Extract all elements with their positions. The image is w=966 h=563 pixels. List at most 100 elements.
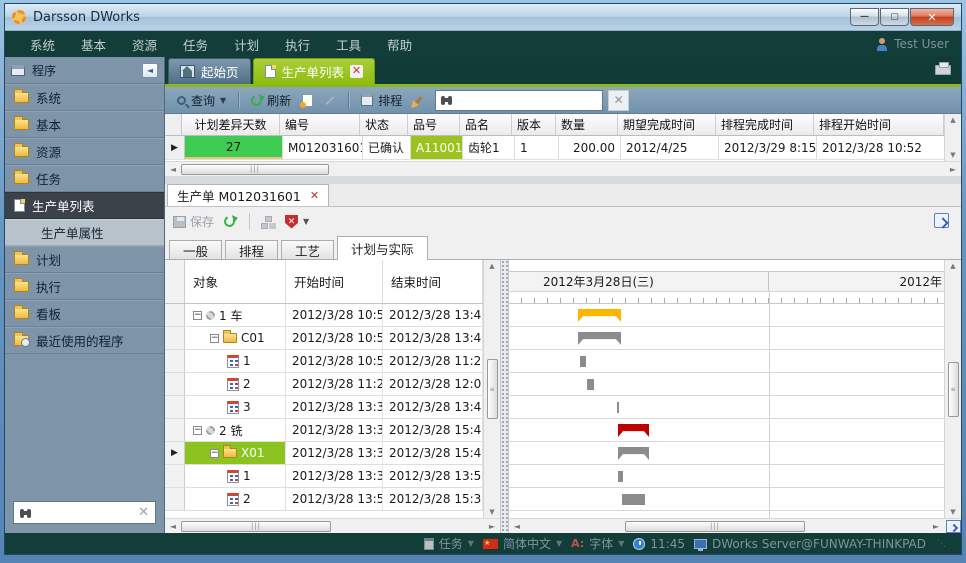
scroll-right-icon[interactable]: ►	[928, 522, 944, 531]
resize-grip[interactable]: ⋱	[937, 539, 947, 549]
vertical-splitter[interactable]	[501, 260, 509, 533]
menu-item-2[interactable]: 资源	[119, 35, 170, 54]
sidebar-item-9[interactable]: 最近使用的程序	[5, 327, 164, 354]
sidebar-item-8[interactable]: 看板	[5, 300, 164, 327]
gantt-bar[interactable]	[622, 494, 645, 505]
grid-column-header-9[interactable]: 排程开始时间	[814, 114, 944, 135]
menu-item-5[interactable]: 执行	[272, 35, 323, 54]
sidebar-item-2[interactable]: 资源	[5, 138, 164, 165]
tree-row-1[interactable]: −C012012/3/28 10:522012/3/28 13:40	[165, 327, 483, 350]
query-button[interactable]: 查询 ▼	[174, 90, 229, 111]
tree-column-header-2[interactable]: 结束时间	[383, 260, 483, 303]
validate-button[interactable]: ✕ ▼	[282, 213, 312, 231]
detail-tab-close-icon[interactable]: ✕	[310, 189, 319, 202]
status-task-menu[interactable]: 任务 ▼	[424, 535, 474, 552]
refresh-button[interactable]: 刷新	[248, 90, 294, 111]
tree-object-cell[interactable]: 1	[185, 350, 286, 372]
table-row[interactable]: ▶27M012031601已确认A11001齿轮11200.002012/4/2…	[165, 136, 944, 160]
tree-object-cell[interactable]: 1	[185, 465, 286, 487]
menu-item-6[interactable]: 工具	[323, 35, 374, 54]
menu-item-3[interactable]: 任务	[170, 35, 221, 54]
expand-icon[interactable]: −	[193, 311, 202, 320]
tree-object-cell[interactable]: 2	[185, 373, 286, 395]
tree-vertical-scrollbar[interactable]: ▲≡▼	[483, 260, 500, 518]
gantt-bar[interactable]	[617, 402, 619, 413]
grid-column-header-2[interactable]: 状态	[360, 114, 408, 135]
gantt-bar[interactable]	[618, 447, 649, 460]
tree-object-cell[interactable]: −1 车	[185, 304, 286, 326]
gantt-bar[interactable]	[618, 471, 623, 482]
sidebar-collapse-button[interactable]: ◄	[142, 63, 158, 78]
detail-tab-3[interactable]: 计划与实际	[337, 236, 428, 260]
scroll-left-icon[interactable]: ◄	[509, 522, 525, 531]
scroll-right-icon[interactable]: ►	[945, 165, 961, 174]
detail-tab-0[interactable]: 一般	[169, 240, 222, 260]
query-dropdown-icon[interactable]: ▼	[220, 96, 226, 105]
detail-tab-2[interactable]: 工艺	[281, 240, 334, 260]
sidebar-search-input[interactable]: ✕	[13, 501, 156, 524]
gantt-bar[interactable]	[580, 356, 586, 367]
grid-column-header-1[interactable]: 编号	[280, 114, 360, 135]
close-button[interactable]: ✕	[910, 8, 954, 26]
schedule-button[interactable]: 排程	[358, 90, 405, 111]
gantt-horizontal-scrollbar[interactable]: ◄ ||| ►	[509, 518, 961, 533]
grid-column-header-4[interactable]: 品名	[460, 114, 512, 135]
toolbar-search-clear-button[interactable]: ✕	[608, 90, 629, 111]
dropdown-icon[interactable]: ▼	[618, 539, 624, 548]
clean-button[interactable]	[410, 94, 427, 107]
tab-close-icon[interactable]: ✕	[350, 65, 363, 78]
restore-button[interactable]: ▢	[880, 8, 909, 26]
current-user[interactable]: Test User	[876, 37, 949, 51]
sidebar-item-4[interactable]: 生产单列表	[5, 192, 164, 219]
sidebar-item-0[interactable]: 系统	[5, 84, 164, 111]
grid-column-header-5[interactable]: 版本	[512, 114, 556, 135]
expand-icon[interactable]: −	[210, 449, 219, 458]
grid-column-header-7[interactable]: 期望完成时间	[618, 114, 716, 135]
menu-item-0[interactable]: 系统	[17, 35, 68, 54]
tree-row-8[interactable]: 22012/3/28 13:502012/3/28 15:30	[165, 488, 483, 511]
sidebar-item-5[interactable]: 生产单属性	[5, 219, 164, 246]
save-button[interactable]: 保存	[173, 213, 214, 230]
menu-item-7[interactable]: 帮助	[374, 35, 425, 54]
grid-horizontal-scrollbar[interactable]: ◄ ||| ►	[165, 161, 961, 176]
popout-icon[interactable]	[934, 213, 949, 228]
edit-button[interactable]	[321, 97, 339, 104]
grid-hscroll-thumb[interactable]: |||	[181, 164, 329, 175]
validate-dropdown-icon[interactable]: ▼	[303, 217, 309, 226]
grid-column-header-8[interactable]: 排程完成时间	[716, 114, 814, 135]
status-language-menu[interactable]: ★ 简体中文 ▼	[483, 535, 562, 552]
tree-object-cell[interactable]: 3	[185, 396, 286, 418]
status-font-menu[interactable]: A: 字体 ▼	[571, 535, 624, 552]
tree-object-cell[interactable]: 2	[185, 488, 286, 510]
grid-column-header-6[interactable]: 数量	[556, 114, 618, 135]
tree-object-cell[interactable]: −C01	[185, 327, 286, 349]
menu-item-1[interactable]: 基本	[68, 35, 119, 54]
tree-column-header-1[interactable]: 开始时间	[286, 260, 383, 303]
minimize-button[interactable]: —	[850, 8, 879, 26]
workflow-button[interactable]	[261, 216, 275, 228]
tree-row-6[interactable]: ▶−X012012/3/28 13:302012/3/28 15:40	[165, 442, 483, 465]
tree-object-cell[interactable]: −2 铣	[185, 419, 286, 441]
sidebar-search-clear-icon[interactable]: ✕	[138, 505, 149, 520]
tree-row-4[interactable]: 32012/3/28 13:302012/3/28 13:40	[165, 396, 483, 419]
sidebar-item-1[interactable]: 基本	[5, 111, 164, 138]
grid-column-header-0[interactable]: 计划差异天数	[182, 114, 280, 135]
menu-item-4[interactable]: 计划	[221, 35, 272, 54]
gantt-bar[interactable]	[578, 332, 621, 345]
tree-object-cell[interactable]: −X01	[185, 442, 286, 464]
detail-refresh-button[interactable]	[221, 214, 238, 229]
expand-icon[interactable]: −	[193, 426, 202, 435]
tree-row-0[interactable]: −1 车2012/3/28 10:522012/3/28 13:40	[165, 304, 483, 327]
grid-column-header-3[interactable]: 品号	[408, 114, 460, 135]
dropdown-icon[interactable]: ▼	[468, 539, 474, 548]
expand-icon[interactable]: −	[210, 334, 219, 343]
tree-horizontal-scrollbar[interactable]: ◄ ||| ►	[165, 518, 500, 533]
detail-tab-1[interactable]: 排程	[225, 240, 278, 260]
scroll-left-icon[interactable]: ◄	[165, 165, 181, 174]
tab-1[interactable]: 生产单列表✕	[253, 58, 376, 84]
tab-0[interactable]: 起始页	[168, 58, 251, 84]
sidebar-item-6[interactable]: 计划	[5, 246, 164, 273]
tree-row-3[interactable]: 22012/3/28 11:222012/3/28 12:00	[165, 373, 483, 396]
tree-row-5[interactable]: −2 铣2012/3/28 13:302012/3/28 15:40	[165, 419, 483, 442]
tree-row-2[interactable]: 12012/3/28 10:522012/3/28 11:22	[165, 350, 483, 373]
